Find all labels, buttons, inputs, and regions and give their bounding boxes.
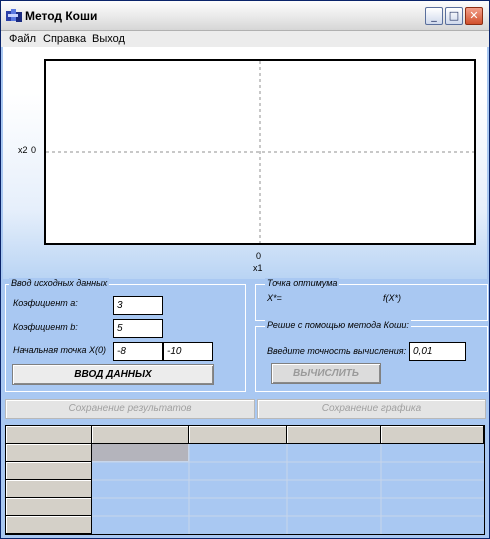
window-title: Метод Коши [25,9,98,23]
coef-b-label: Коэфициент b: [13,322,78,332]
grid-row-header[interactable] [6,498,92,516]
input-group-title: Ввод исходных данных [9,278,110,288]
close-button[interactable]: ✕ [465,7,483,25]
grid-row-header[interactable] [6,480,92,498]
grid-column-header[interactable] [381,426,484,444]
x-tick-label: 0 [256,251,262,261]
grid-selected-cell[interactable] [92,444,189,462]
app-icon [6,9,22,22]
precision-input[interactable]: 0,01 [409,342,466,361]
x-axis-label: x1 [253,263,263,273]
menu-file[interactable]: Файл [9,33,36,45]
precision-label: Введите точность вычисления: [267,346,407,356]
start-x1-input[interactable]: -8 [113,342,163,361]
cauchy-group-title: Решие с помощью метода Коши: [265,320,411,330]
main-window: Метод Коши _ □ ✕ Файл Справка Выход x2 0… [0,0,490,539]
start-x2-input[interactable]: -10 [163,342,213,361]
compute-button[interactable]: ВЫЧИСЛИТЬ [271,363,381,384]
menu-bar: Файл Справка Выход [1,31,489,47]
title-bar[interactable]: Метод Коши _ □ ✕ [1,1,489,31]
grid-column-header[interactable] [92,426,189,444]
grid-row-header[interactable] [6,462,92,480]
minimize-button[interactable]: _ [425,7,443,25]
start-point-label: Начальная точка X(0) [13,345,106,355]
chart-area: x2 0 0 x1 [3,47,487,279]
maximize-icon: □ [448,9,460,22]
results-grid[interactable] [5,425,485,535]
grid-row-header[interactable] [6,516,92,534]
plot-canvas [46,61,474,243]
grid-corner-header [6,426,92,444]
plot-box [44,59,476,245]
f-star-label: f(X*) [383,293,401,303]
save-results-button[interactable]: Сохранение результатов [5,399,255,419]
y-axis-label: x2 [18,145,28,155]
optimum-group [255,284,488,321]
x-star-label: X*= [267,293,282,303]
menu-help[interactable]: Справка [43,33,86,45]
y-tick-label: 0 [31,145,37,155]
optimum-group-title: Точка оптимума [265,278,340,288]
grid-column-header[interactable] [189,426,287,444]
save-chart-button[interactable]: Сохранение графика [257,399,486,419]
coef-b-input[interactable]: 5 [113,319,163,338]
minimize-icon: _ [431,9,437,22]
maximize-button[interactable]: □ [445,7,463,25]
close-icon: ✕ [469,9,479,22]
menu-exit[interactable]: Выход [92,33,125,45]
grid-row-header[interactable] [6,444,92,462]
coef-a-input[interactable]: 3 [113,296,163,315]
submit-data-button[interactable]: ВВОД ДАННЫХ [12,364,214,385]
coef-a-label: Коэфициент а: [13,298,78,308]
grid-column-header[interactable] [287,426,381,444]
